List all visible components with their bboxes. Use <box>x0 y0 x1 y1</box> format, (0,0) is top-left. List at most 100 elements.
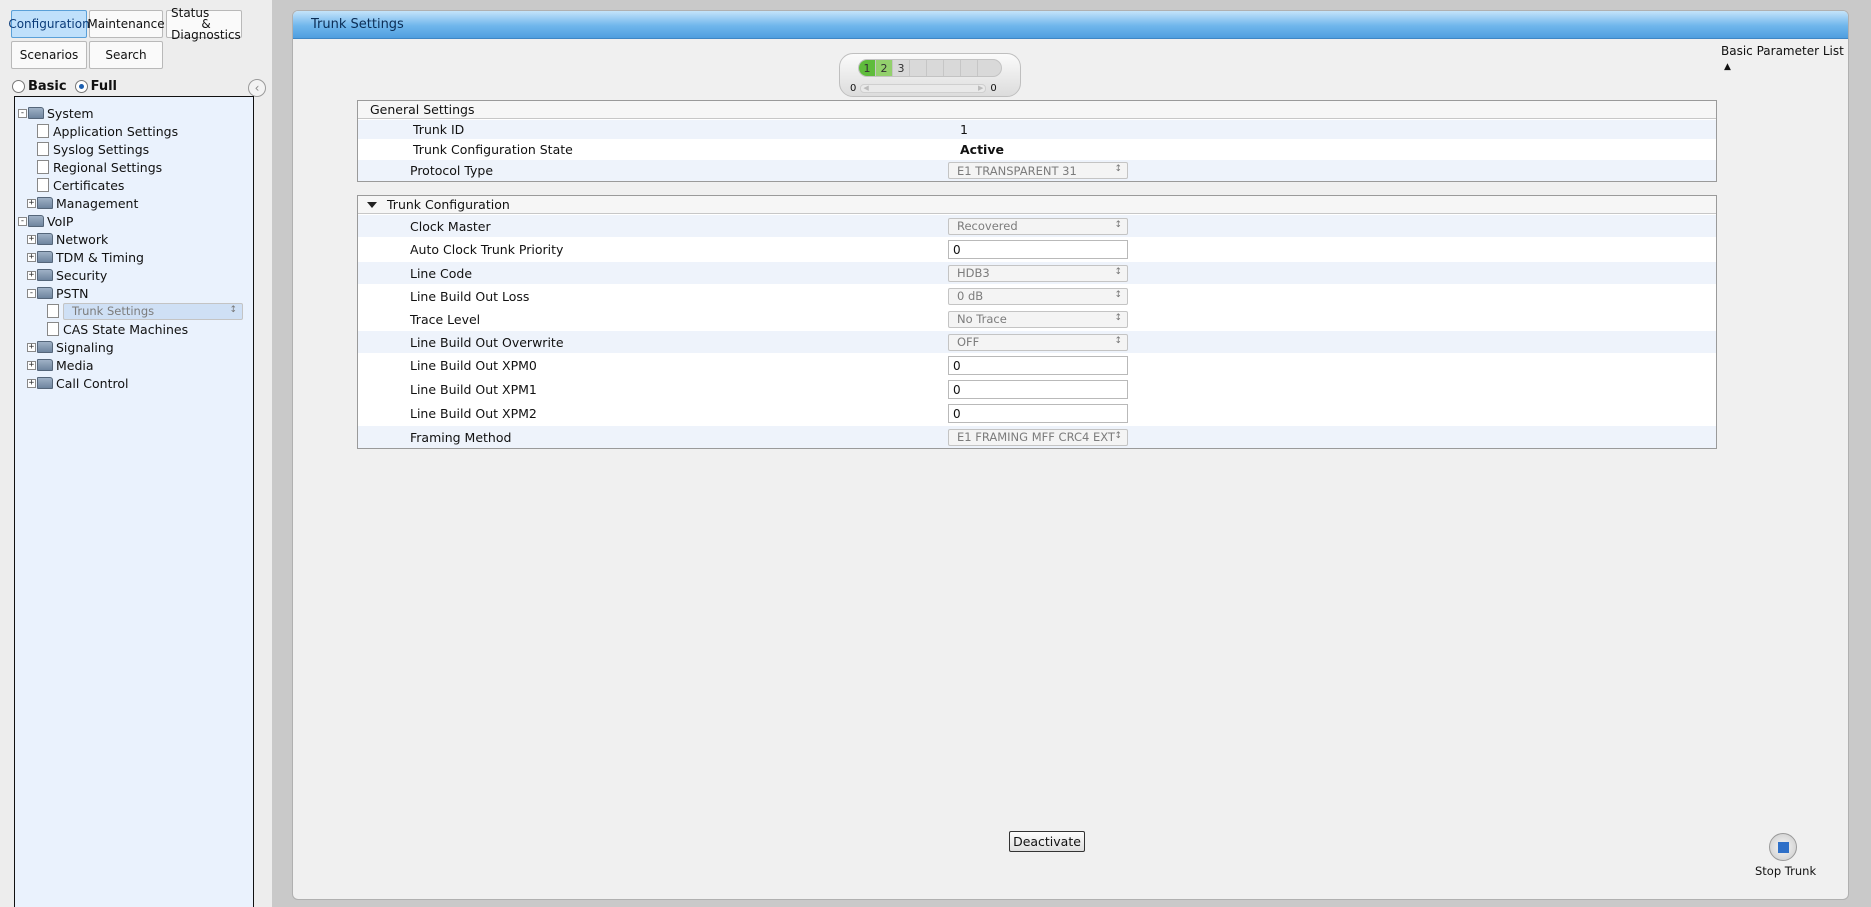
trunk-page-empty <box>910 60 927 76</box>
trunk-state-row: Trunk Configuration State Active <box>358 139 1716 159</box>
scenarios-tab[interactable]: Scenarios <box>11 41 87 69</box>
expand-icon[interactable]: + <box>27 234 36 244</box>
tree-item-voip[interactable]: - VoIP <box>18 213 73 229</box>
collapse-icon[interactable]: - <box>27 288 36 298</box>
trunk-pager: 1 2 3 0 ◀ ▶ 0 <box>839 53 1021 97</box>
protocol-type-row: Protocol Type E1 TRANSPARENT 31 <box>358 159 1716 181</box>
line-build-out-xpm2-input[interactable]: 0 <box>948 404 1128 423</box>
trunk-page-empty <box>961 60 978 76</box>
full-radio[interactable] <box>74 80 88 93</box>
tree-item-certificates[interactable]: Certificates <box>37 177 124 193</box>
line-code-label: Line Code <box>410 265 473 281</box>
line-build-out-loss-select[interactable]: 0 dB <box>948 287 1128 305</box>
protocol-type-select[interactable]: E1 TRANSPARENT 31 <box>948 162 1128 179</box>
line-build-out-overwrite-select[interactable]: OFF <box>948 333 1128 351</box>
trunk-page-empty <box>944 60 961 76</box>
expand-icon[interactable]: + <box>27 252 36 262</box>
page-icon <box>37 124 49 138</box>
page-icon <box>47 322 59 336</box>
expand-icon[interactable]: + <box>27 198 36 208</box>
line-code-select[interactable]: HDB3 <box>948 264 1128 282</box>
trunk-page-3[interactable]: 3 <box>893 60 910 76</box>
collapse-triangle-icon[interactable] <box>367 201 377 208</box>
stop-trunk-button[interactable] <box>1769 833 1797 861</box>
page-icon <box>37 178 49 192</box>
search-tab[interactable]: Search <box>89 41 163 69</box>
framing-method-select[interactable]: E1 FRAMING MFF CRC4 EXT <box>948 428 1128 446</box>
stop-icon <box>1777 841 1789 853</box>
auto-clock-trunk-priority-input[interactable]: 0 <box>948 240 1128 259</box>
collapse-icon[interactable]: - <box>18 108 27 118</box>
page-icon <box>47 304 59 318</box>
tree-item-regional-settings[interactable]: Regional Settings <box>37 159 162 175</box>
general-settings-header: General Settings <box>358 101 1716 119</box>
navigation-panel: Configuration Maintenance Status & Diagn… <box>0 0 272 907</box>
page-title-bar: Trunk Settings <box>293 11 1848 39</box>
folder-icon <box>37 377 53 389</box>
stop-trunk-label[interactable]: Stop Trunk <box>1755 864 1816 878</box>
line-build-out-xpm2-row: Line Build Out XPM2 0 <box>358 401 1716 425</box>
trunk-configuration-header[interactable]: Trunk Configuration <box>358 196 1716 214</box>
collapse-icon[interactable]: - <box>18 216 27 226</box>
folder-icon <box>28 215 44 227</box>
folder-icon <box>37 269 53 281</box>
pager-left-count: 0 <box>850 82 857 94</box>
basic-radio[interactable] <box>12 80 25 93</box>
auto-clock-trunk-priority-row: Auto Clock Trunk Priority 0 <box>358 237 1716 261</box>
line-build-out-xpm1-input[interactable]: 0 <box>948 380 1128 399</box>
caret-up-icon: ▲ <box>1724 62 1731 72</box>
trunk-page-1[interactable]: 1 <box>859 60 876 76</box>
general-settings-section: General Settings Trunk ID 1 Trunk Config… <box>357 100 1717 182</box>
tree-item-media[interactable]: + Media <box>27 357 94 373</box>
folder-icon <box>37 197 53 209</box>
tree-item-call-control[interactable]: + Call Control <box>27 375 129 391</box>
trunk-id-value: 1 <box>960 122 968 137</box>
tree-item-tdm-timing[interactable]: + TDM & Timing <box>27 249 144 265</box>
collapse-panel-icon[interactable]: ‹ <box>248 79 266 97</box>
pager-right-count: 0 <box>990 82 997 94</box>
tree-item-system[interactable]: - System <box>18 105 94 121</box>
basic-label: Basic <box>28 79 67 94</box>
line-build-out-xpm0-row: Line Build Out XPM0 0 <box>358 353 1716 377</box>
folder-icon <box>37 251 53 263</box>
deactivate-button[interactable]: Deactivate <box>1009 831 1085 852</box>
clock-master-select[interactable]: Recovered <box>948 217 1128 235</box>
last-page-icon[interactable]: ▶ <box>978 84 983 92</box>
expand-icon[interactable]: + <box>27 378 36 388</box>
tree-item-application-settings[interactable]: Application Settings <box>37 123 178 139</box>
tree-item-network[interactable]: + Network <box>27 231 108 247</box>
tree-item-management[interactable]: + Management <box>27 195 138 211</box>
pager-scroll-track[interactable]: ◀ ▶ <box>860 83 987 93</box>
status-diagnostics-tab[interactable]: Status & Diagnostics <box>166 7 242 41</box>
trace-level-select[interactable]: No Trace <box>948 310 1128 328</box>
clock-master-label: Clock Master <box>410 218 491 234</box>
line-code-row: Line Code HDB3 <box>358 261 1716 284</box>
trunk-state-value: Active <box>960 142 1004 157</box>
tree-item-trunk-settings[interactable]: Trunk Settings <box>47 302 243 320</box>
folder-icon <box>37 233 53 245</box>
tree-item-signaling[interactable]: + Signaling <box>27 339 114 355</box>
first-page-icon[interactable]: ◀ <box>863 84 868 92</box>
tree-item-cas-state-machines[interactable]: CAS State Machines <box>47 321 188 337</box>
expand-icon[interactable]: + <box>27 270 36 280</box>
tree-item-security[interactable]: + Security <box>27 267 107 283</box>
line-build-out-xpm0-input[interactable]: 0 <box>948 356 1128 375</box>
basic-parameter-list-link[interactable]: Basic Parameter List ▲ <box>1721 44 1848 72</box>
expand-icon[interactable]: + <box>27 342 36 352</box>
configuration-tab[interactable]: Configuration <box>8 10 90 38</box>
line-build-out-xpm1-label: Line Build Out XPM1 <box>410 382 537 397</box>
trace-level-row: Trace Level No Trace <box>358 307 1716 330</box>
trunk-id-label: Trunk ID <box>413 122 465 137</box>
trunk-page-empty <box>927 60 944 76</box>
trunk-page-strip: 1 2 3 <box>858 59 1002 77</box>
tree-item-pstn[interactable]: - PSTN <box>27 285 88 301</box>
maintenance-tab[interactable]: Maintenance <box>87 10 165 38</box>
line-build-out-xpm0-label: Line Build Out XPM0 <box>410 358 537 373</box>
trunk-page-2[interactable]: 2 <box>876 60 893 76</box>
folder-icon <box>28 107 44 119</box>
tree-item-syslog-settings[interactable]: Syslog Settings <box>37 141 149 157</box>
folder-icon <box>37 341 53 353</box>
line-build-out-xpm1-row: Line Build Out XPM1 0 <box>358 377 1716 401</box>
line-build-out-loss-label: Line Build Out Loss <box>410 288 530 304</box>
expand-icon[interactable]: + <box>27 360 36 370</box>
